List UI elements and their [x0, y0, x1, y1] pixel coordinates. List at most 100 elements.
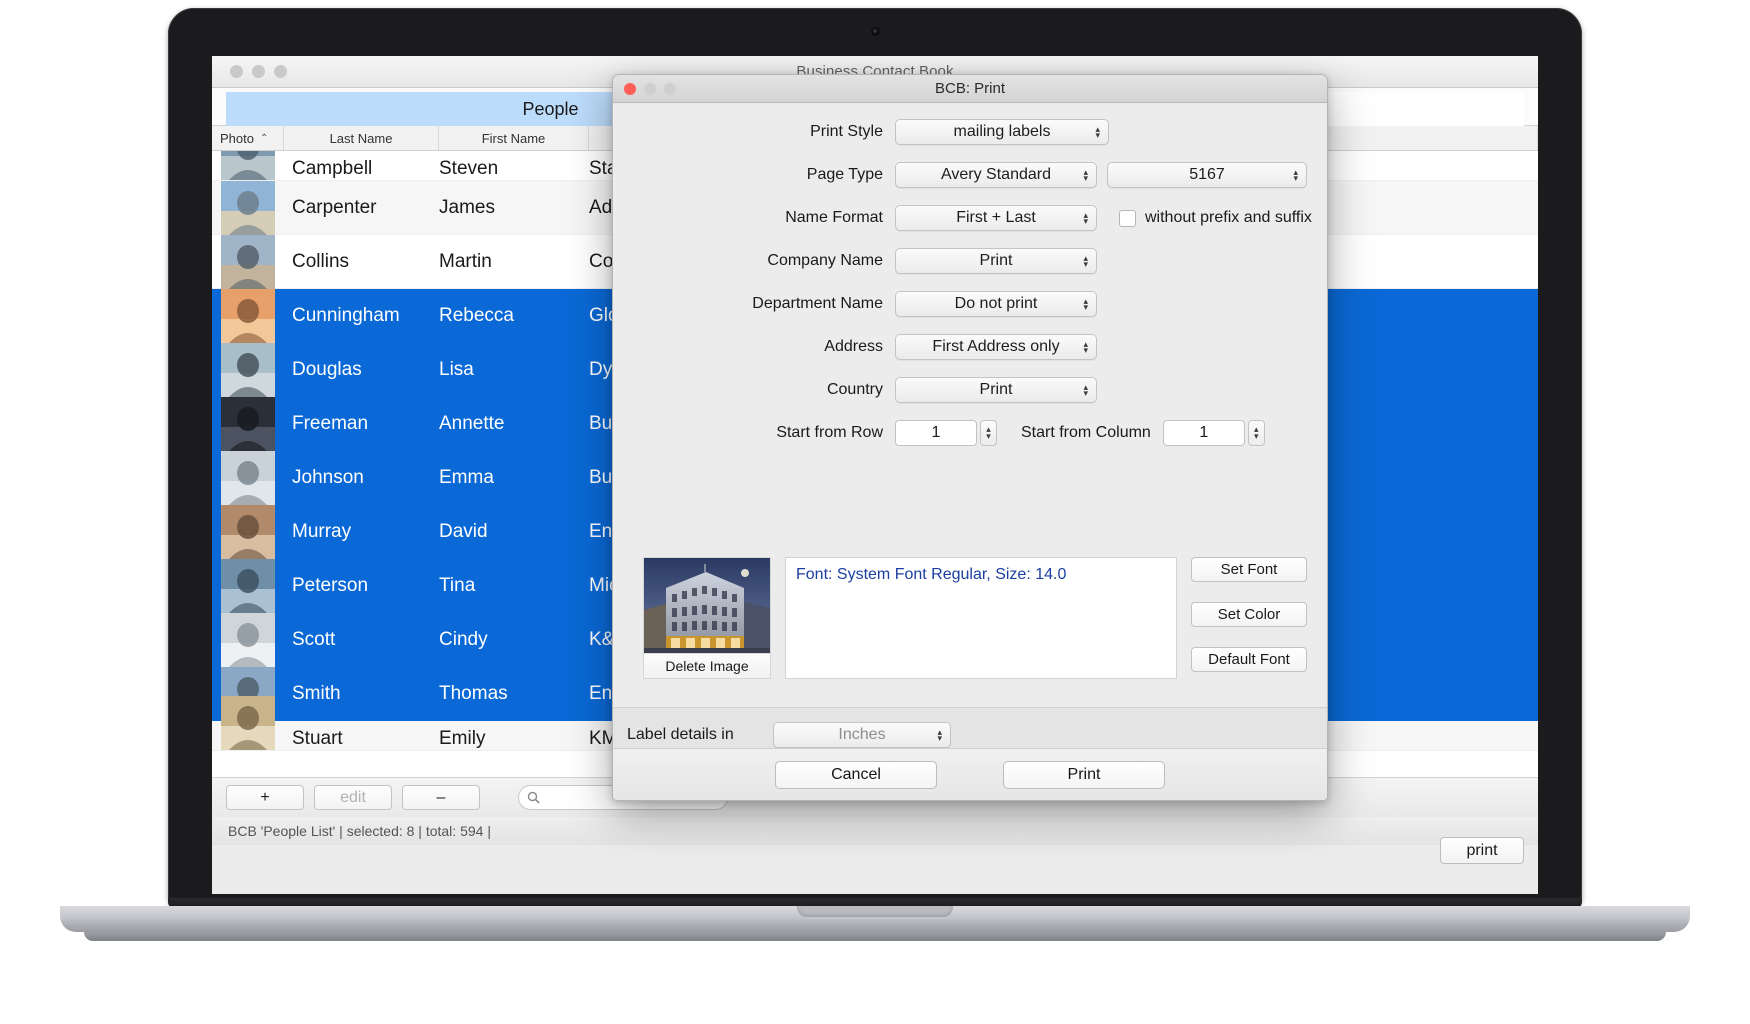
dialog-titlebar: BCB: Print — [613, 75, 1327, 103]
contact-last-name: Carpenter — [292, 196, 377, 218]
select-units-value: Inches — [838, 726, 886, 743]
delete-image-button[interactable]: Delete Image — [644, 653, 770, 678]
select-department-name-value: Do not print — [954, 295, 1038, 312]
contact-first-name: Emma — [439, 466, 494, 488]
select-print-style-value: mailing labels — [953, 123, 1051, 140]
row-label-units: Label details in Inches ▴ ▾ — [613, 722, 1327, 748]
column-header-last-name[interactable]: Last Name — [284, 126, 439, 150]
contact-first-name: Annette — [439, 412, 505, 434]
contact-last-name: Campbell — [292, 158, 373, 179]
select-company-name-value: Print — [979, 252, 1013, 269]
contact-first-name: Rebecca — [439, 304, 514, 326]
font-side-buttons: Set Font Set Color Default Font — [1191, 557, 1307, 672]
label-image-thumbnail — [644, 558, 770, 653]
row-department-name: Department Name Do not print ▴ ▾ — [613, 291, 1327, 317]
row-page-type: Page Type Avery Standard ▴ ▾ 5167 ▴ ▾ — [613, 162, 1327, 188]
print-button[interactable]: Print — [1003, 760, 1165, 789]
contact-last-name: Cunningham — [292, 304, 400, 326]
label-company-name: Company Name — [767, 252, 883, 269]
zoom-button-icon[interactable] — [274, 65, 287, 78]
avatar — [221, 558, 275, 613]
cancel-button[interactable]: Cancel — [775, 760, 937, 789]
minimize-button-icon[interactable] — [252, 65, 265, 78]
dialog-close-icon[interactable] — [624, 82, 636, 95]
label-details-section: Label details in Inches ▴▾ Width 1.75 He… — [613, 707, 1327, 748]
avatar — [221, 234, 275, 289]
select-address-value: First Address only — [932, 338, 1060, 355]
select-print-style[interactable]: mailing labels ▴ ▾ — [895, 119, 1109, 145]
input-start-from-row[interactable]: 1 — [895, 420, 977, 446]
contact-first-name: Emily — [439, 728, 486, 749]
chevron-updown-icon: ▴ ▾ — [1083, 339, 1088, 355]
checkbox-label: without prefix and suffix — [1145, 209, 1312, 226]
label-units: Label details in — [627, 726, 734, 743]
chevron-updown-icon: ▴ ▾ — [1293, 167, 1298, 183]
contact-first-name: James — [439, 196, 495, 218]
set-font-button[interactable]: Set Font — [1191, 557, 1307, 582]
default-font-button[interactable]: Default Font — [1191, 647, 1307, 672]
font-preview-area[interactable]: Font: System Font Regular, Size: 14.0 — [785, 557, 1177, 679]
contact-photo-cell — [212, 180, 284, 235]
input-start-from-column[interactable]: 1 — [1162, 420, 1245, 446]
select-page-type-brand-value: Avery Standard — [941, 166, 1051, 183]
contact-first-name: Thomas — [439, 682, 508, 704]
contact-last-name: Smith — [292, 682, 341, 704]
font-preview-text: Font: System Font Regular, Size: 14.0 — [796, 566, 1067, 583]
chevron-updown-icon: ▴ ▾ — [1095, 124, 1100, 140]
row-company-name: Company Name Print ▴ ▾ — [613, 248, 1327, 274]
chevron-updown-icon: ▴ ▾ — [1083, 382, 1088, 398]
contact-photo-cell — [212, 151, 284, 180]
contact-photo-cell — [212, 288, 284, 343]
stepper-start-from-row[interactable]: ▴ ▾ — [980, 420, 997, 446]
contact-last-name: Douglas — [292, 358, 362, 380]
chevron-updown-icon: ▴ ▾ — [1083, 167, 1088, 183]
column-header-photo[interactable]: Photo ⌃ — [212, 126, 284, 150]
contact-first-name: Lisa — [439, 358, 474, 380]
avatar — [221, 450, 275, 505]
stepper-start-from-column[interactable]: ▴ ▾ — [1247, 420, 1265, 446]
dialog-minimize-icon[interactable] — [644, 82, 656, 95]
laptop-screen: Business Contact Book People Companies P… — [212, 56, 1538, 894]
contact-last-name: Freeman — [292, 412, 369, 434]
select-address[interactable]: First Address only ▴ ▾ — [895, 334, 1097, 360]
select-page-type-brand[interactable]: Avery Standard ▴ ▾ — [895, 162, 1097, 188]
dialog-zoom-icon[interactable] — [664, 82, 676, 95]
label-country: Country — [826, 381, 883, 398]
close-button-icon[interactable] — [230, 65, 243, 78]
add-contact-button[interactable]: + — [226, 785, 304, 810]
contact-first-name: Martin — [439, 250, 492, 272]
window-traffic-lights[interactable] — [230, 65, 287, 78]
contact-photo-cell — [212, 504, 284, 559]
print-button-main-window[interactable]: print — [1440, 837, 1524, 864]
select-department-name[interactable]: Do not print ▴ ▾ — [895, 291, 1097, 317]
select-page-type-code[interactable]: 5167 ▴ ▾ — [1107, 162, 1307, 188]
select-units[interactable]: Inches ▴ ▾ — [773, 722, 951, 748]
chevron-updown-icon: ▴ ▾ — [1083, 296, 1088, 312]
column-header-first-name[interactable]: First Name — [439, 126, 589, 150]
contact-last-name: Johnson — [292, 466, 364, 488]
dialog-traffic-lights[interactable] — [624, 82, 676, 95]
avatar — [221, 180, 275, 235]
select-country[interactable]: Print ▴ ▾ — [895, 377, 1097, 403]
edit-contact-button[interactable]: edit — [314, 785, 392, 810]
set-color-button[interactable]: Set Color — [1191, 602, 1307, 627]
contact-first-name: Cindy — [439, 628, 488, 650]
font-section: Delete Image Font: System Font Regular, … — [613, 555, 1327, 691]
remove-contact-button[interactable]: – — [402, 785, 480, 810]
checkbox-box-icon[interactable] — [1119, 209, 1136, 227]
label-image-box[interactable]: Delete Image — [643, 557, 771, 679]
contact-last-name: Scott — [292, 628, 336, 650]
label-department-name: Department Name — [752, 295, 883, 312]
contact-photo-cell — [212, 696, 284, 750]
dialog-body: Print Style mailing labels ▴ ▾ Page Type … — [613, 103, 1327, 748]
select-name-format[interactable]: First + Last ▴ ▾ — [895, 205, 1097, 231]
checkbox-without-prefix-suffix[interactable]: without prefix and suffix — [1119, 209, 1312, 227]
label-address: Address — [824, 338, 883, 355]
laptop-base — [60, 906, 1690, 932]
select-company-name[interactable]: Print ▴ ▾ — [895, 248, 1097, 274]
webcam-icon — [870, 26, 881, 37]
label-print-style: Print Style — [810, 123, 883, 140]
contact-first-name: David — [439, 520, 488, 542]
select-page-type-code-value: 5167 — [1189, 166, 1225, 183]
dialog-footer: Cancel Print — [613, 748, 1327, 800]
